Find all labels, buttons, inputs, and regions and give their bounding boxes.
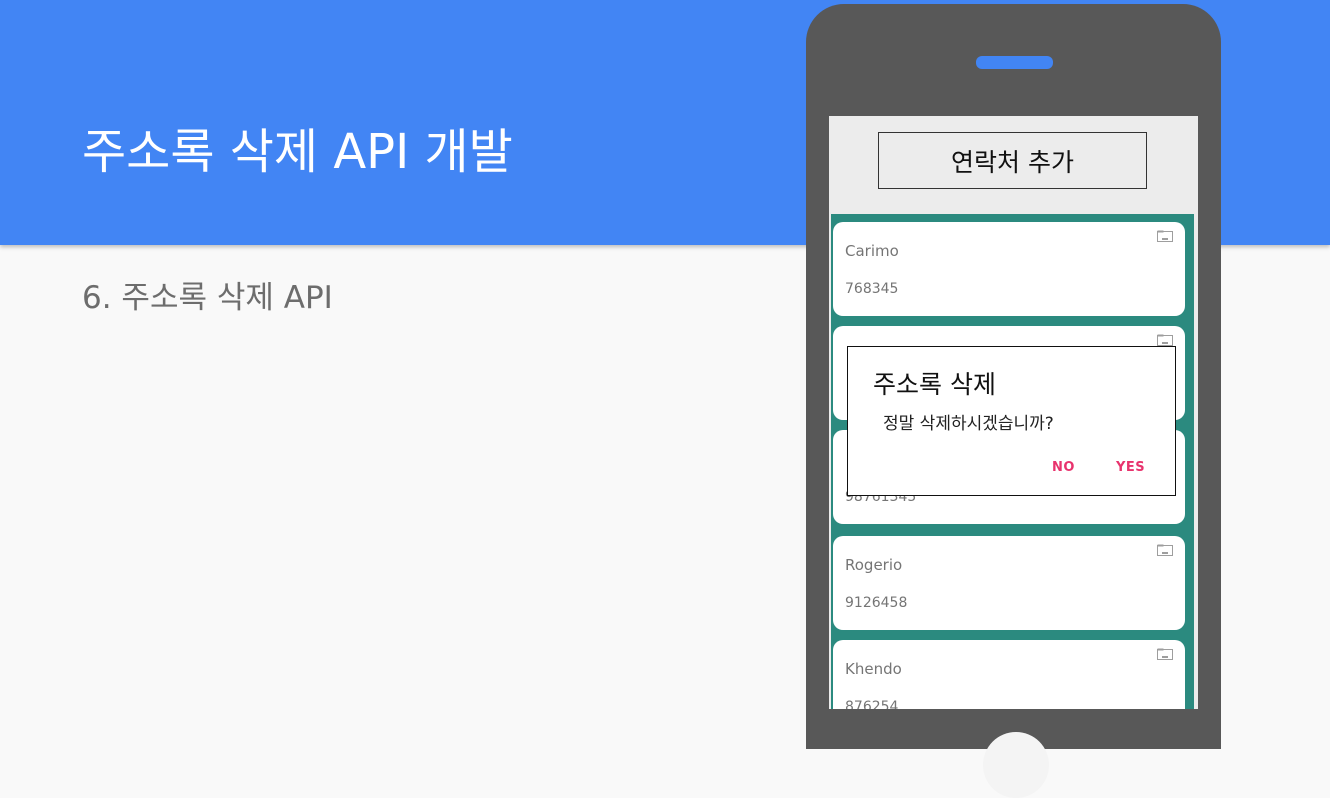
dialog-message: 정말 삭제하시겠습니까?	[883, 414, 1054, 434]
phone-speaker	[976, 56, 1053, 69]
slide-subtitle: 6. 주소록 삭제 API	[82, 280, 333, 316]
contact-name: Khendo	[845, 660, 902, 678]
dialog-title: 주소록 삭제	[873, 370, 996, 399]
contact-name: Rogerio	[845, 556, 903, 574]
contact-card[interactable]: Rogerio 9126458	[833, 536, 1185, 630]
delete-confirm-dialog: 주소록 삭제 정말 삭제하시겠습니까? NO YES	[847, 346, 1176, 496]
folder-icon[interactable]	[1157, 544, 1173, 556]
folder-icon[interactable]	[1157, 648, 1173, 660]
phone-home-button[interactable]	[983, 732, 1049, 798]
contact-phone: 768345	[845, 281, 899, 297]
phone-screen: 연락처 추가 Carimo 768345 98761345 Rogerio 91…	[829, 116, 1198, 709]
add-contact-button[interactable]: 연락처 추가	[878, 132, 1147, 189]
folder-icon[interactable]	[1157, 334, 1173, 346]
contact-phone: 9126458	[845, 595, 908, 611]
slide-title: 주소록 삭제 API 개발	[82, 124, 513, 180]
folder-icon[interactable]	[1157, 230, 1173, 242]
phone-mockup: 연락처 추가 Carimo 768345 98761345 Rogerio 91…	[806, 4, 1221, 798]
contact-name: Carimo	[845, 242, 899, 260]
yes-button[interactable]: YES	[1116, 460, 1145, 475]
contact-card[interactable]: Carimo 768345	[833, 222, 1185, 316]
contact-card[interactable]: Khendo 876254	[833, 640, 1185, 709]
no-button[interactable]: NO	[1052, 460, 1075, 475]
contact-phone: 876254	[845, 699, 899, 709]
